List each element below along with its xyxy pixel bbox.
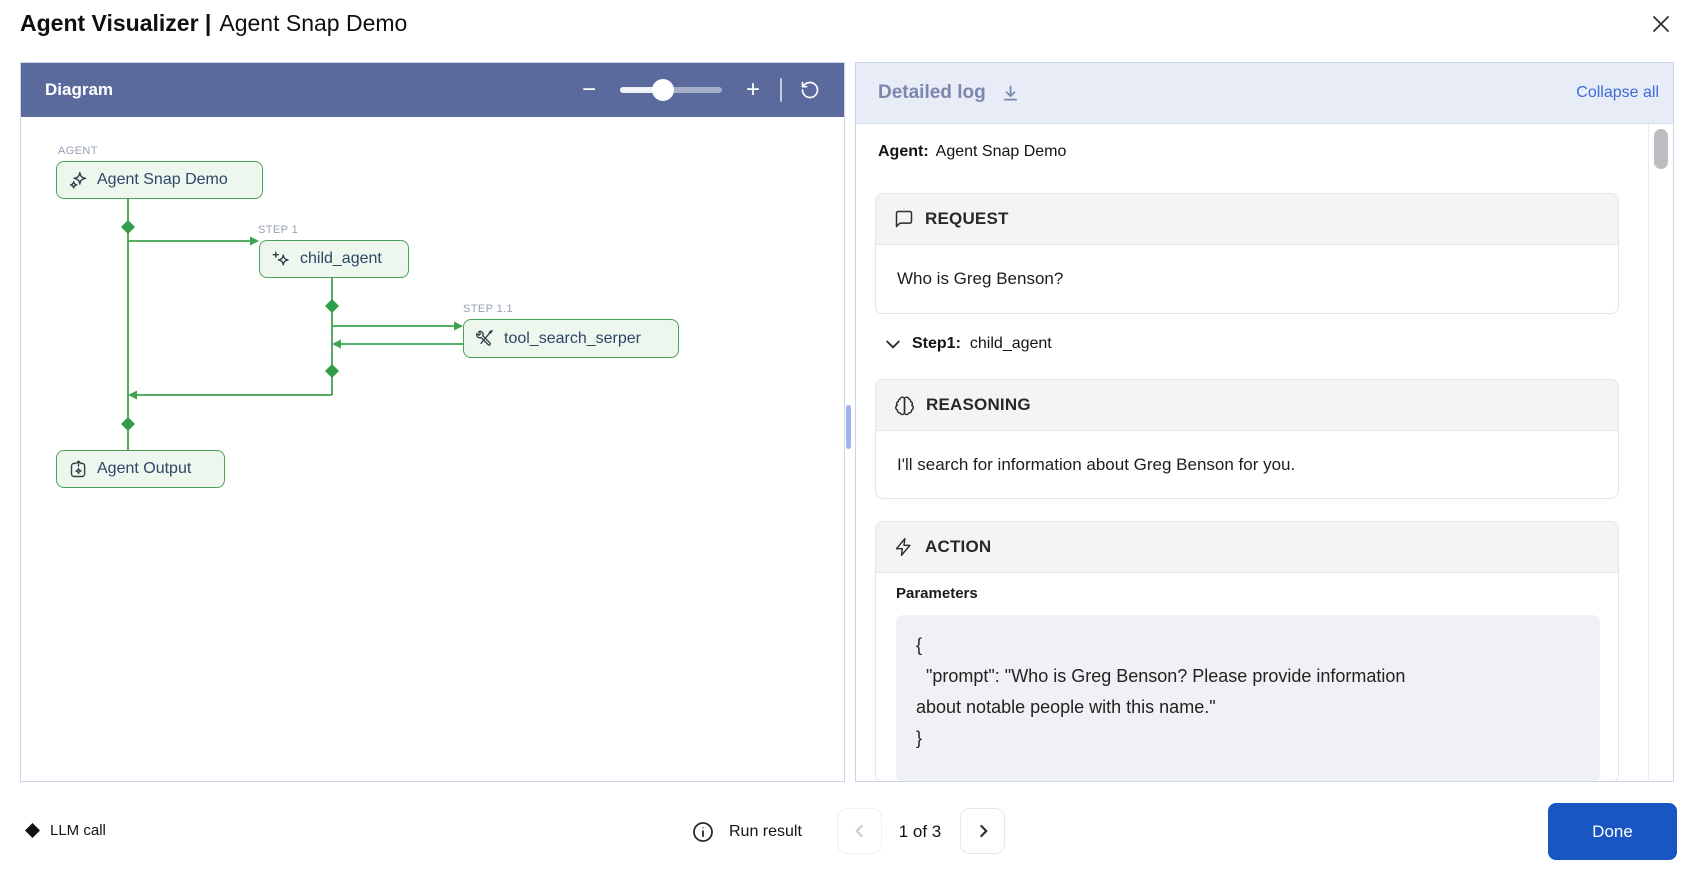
request-body: Who is Greg Benson?: [876, 245, 1618, 313]
speech-bubble-icon: [894, 209, 914, 229]
diagram-panel-title: Diagram: [45, 80, 113, 100]
reasoning-title: REASONING: [926, 395, 1031, 415]
node-tag-agent: AGENT: [58, 145, 98, 157]
run-result-label: Run result: [729, 823, 802, 841]
agent-label: Agent:: [878, 143, 929, 160]
diagram-panel: Diagram − +: [20, 62, 845, 782]
sparkle-plus-icon: [271, 249, 292, 270]
title-primary: Agent Visualizer |: [20, 10, 211, 36]
title-secondary: Agent Snap Demo: [219, 10, 407, 36]
detailed-log-panel: Detailed log Collapse all Agent: Agent Sn…: [855, 62, 1674, 782]
parameters-label: Parameters: [896, 585, 978, 602]
node-label: Agent Snap Demo: [97, 171, 228, 189]
legend-label: LLM call: [50, 822, 106, 839]
download-icon: [1000, 83, 1021, 104]
node-child-agent[interactable]: child_agent: [259, 240, 409, 278]
agent-name-line: Agent: Agent Snap Demo: [878, 143, 1066, 161]
step-label: Step1:: [912, 335, 961, 353]
zoom-controls: − +: [582, 78, 820, 102]
request-card-header: REQUEST: [876, 194, 1618, 245]
step-value: child_agent: [970, 335, 1052, 353]
next-page-button[interactable]: [960, 808, 1005, 854]
request-card: REQUEST Who is Greg Benson?: [875, 193, 1619, 314]
node-tool-search-serper[interactable]: tool_search_serper: [463, 319, 679, 358]
sparkles-icon: [68, 170, 89, 191]
node-tag-step1-1: STEP 1.1: [463, 303, 513, 315]
reset-view-button[interactable]: [800, 80, 820, 100]
detailed-log-header: Detailed log Collapse all: [856, 63, 1673, 124]
action-title: ACTION: [925, 537, 991, 557]
agent-visualizer-dialog: Agent Visualizer | Agent Snap Demo Diagra…: [0, 0, 1689, 875]
action-card: ACTION Parameters { "prompt": "Who is Gr…: [875, 521, 1619, 782]
rotate-ccw-icon: [800, 80, 820, 100]
page-indicator: 1 of 3: [888, 822, 952, 842]
lightning-icon: [894, 537, 914, 557]
step1-toggle[interactable]: Step1: child_agent: [883, 334, 1052, 354]
run-result: Run result: [691, 820, 802, 844]
parameters-code-block: { "prompt": "Who is Greg Benson? Please …: [896, 615, 1600, 782]
chevron-down-icon: [883, 334, 903, 354]
reasoning-card: REASONING I'll search for information ab…: [875, 379, 1619, 499]
diagram-canvas[interactable]: AGENT STEP 1 STEP 1.1 Agent Snap Demo ch…: [21, 117, 844, 781]
node-label: child_agent: [300, 250, 382, 268]
chevron-right-icon: [973, 821, 993, 841]
diagram-edges: [21, 117, 844, 781]
brain-icon: [894, 395, 915, 416]
node-label: Agent Output: [97, 460, 191, 478]
request-title: REQUEST: [925, 209, 1009, 229]
agent-value: Agent Snap Demo: [936, 143, 1067, 160]
reasoning-card-header: REASONING: [876, 380, 1618, 431]
download-log-button[interactable]: [1000, 83, 1021, 104]
zoom-slider-thumb[interactable]: [652, 79, 674, 101]
diamond-icon: [25, 823, 40, 838]
zoom-out-button[interactable]: −: [582, 78, 596, 102]
action-card-header: ACTION: [876, 522, 1618, 573]
log-scrollbar[interactable]: [1648, 124, 1673, 781]
node-label: tool_search_serper: [504, 330, 641, 348]
chevron-left-icon: [850, 821, 870, 841]
output-box-icon: [68, 459, 89, 480]
close-icon[interactable]: [1646, 9, 1676, 39]
node-agent-output[interactable]: Agent Output: [56, 450, 225, 488]
log-scrollbar-thumb[interactable]: [1654, 129, 1668, 169]
info-icon[interactable]: [691, 820, 715, 844]
zoom-slider[interactable]: [620, 79, 722, 101]
node-agent-snap-demo[interactable]: Agent Snap Demo: [56, 161, 263, 199]
crossed-tools-icon: [475, 328, 496, 349]
zoom-in-button[interactable]: +: [746, 78, 760, 102]
llm-call-legend: LLM call: [25, 822, 106, 839]
collapse-all-link[interactable]: Collapse all: [1576, 84, 1659, 102]
panel-resize-handle[interactable]: [846, 405, 851, 449]
diagram-header: Diagram − +: [21, 63, 844, 117]
node-tag-step1: STEP 1: [258, 224, 298, 236]
page-title: Agent Visualizer | Agent Snap Demo: [20, 10, 407, 37]
prev-page-button[interactable]: [837, 808, 882, 854]
reasoning-body: I'll search for information about Greg B…: [876, 431, 1618, 499]
done-button[interactable]: Done: [1548, 803, 1677, 860]
divider: [780, 78, 782, 102]
detailed-log-title: Detailed log: [878, 82, 986, 104]
